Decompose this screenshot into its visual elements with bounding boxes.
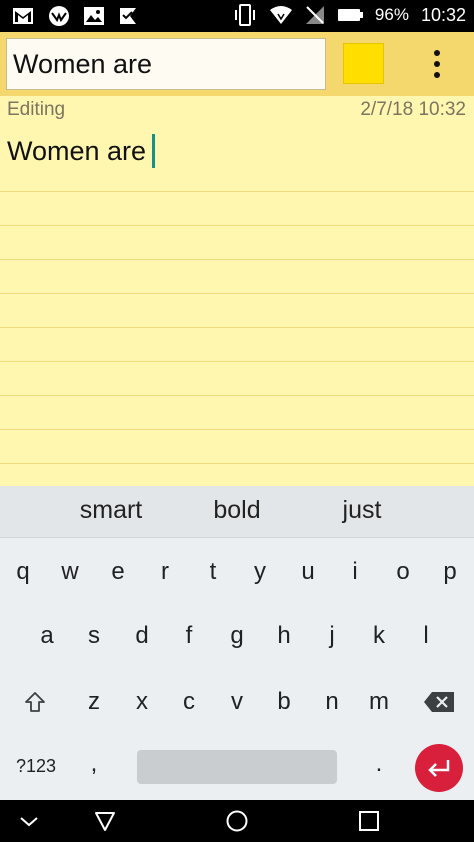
- key-v[interactable]: v: [217, 680, 257, 724]
- note-body-text[interactable]: Women are: [7, 134, 156, 168]
- key-n[interactable]: n: [312, 680, 352, 724]
- soft-keyboard: smart bold just q w e r t y u i o p a s …: [0, 486, 474, 800]
- navigation-bar: [0, 800, 474, 842]
- key-h[interactable]: h: [264, 614, 304, 658]
- flag-icon: [118, 6, 138, 26]
- enter-key[interactable]: [415, 744, 463, 792]
- recents-icon[interactable]: [357, 809, 381, 833]
- text-cursor: [152, 134, 156, 168]
- no-signal-icon: [305, 5, 325, 25]
- key-a[interactable]: a: [27, 614, 67, 658]
- home-icon[interactable]: [225, 809, 249, 833]
- key-l[interactable]: l: [406, 614, 446, 658]
- key-p[interactable]: p: [430, 550, 470, 594]
- vibrate-icon: [233, 4, 257, 26]
- note-timestamp: 2/7/18 10:32: [360, 99, 466, 120]
- gmail-icon: [12, 7, 34, 25]
- key-o[interactable]: o: [383, 550, 423, 594]
- editing-status: Editing: [7, 99, 66, 120]
- back-icon[interactable]: [93, 809, 117, 833]
- status-bar: 96% 10:32: [0, 0, 474, 32]
- key-k[interactable]: k: [359, 614, 399, 658]
- browser-icon: [48, 5, 70, 27]
- key-x[interactable]: x: [122, 680, 162, 724]
- comma-key[interactable]: ,: [74, 742, 114, 786]
- shift-arrow-icon: [25, 692, 45, 712]
- more-vert-icon[interactable]: [420, 44, 454, 84]
- key-d[interactable]: d: [122, 614, 162, 658]
- space-bar[interactable]: [137, 750, 337, 784]
- image-icon: [84, 7, 104, 25]
- key-q[interactable]: q: [3, 550, 43, 594]
- note-color-button[interactable]: [343, 43, 384, 84]
- key-j[interactable]: j: [312, 614, 352, 658]
- period-key[interactable]: .: [359, 742, 399, 786]
- suggestion-3[interactable]: just: [302, 496, 422, 525]
- key-c[interactable]: c: [169, 680, 209, 724]
- key-u[interactable]: u: [288, 550, 328, 594]
- symbols-key[interactable]: ?123: [6, 744, 66, 788]
- key-g[interactable]: g: [217, 614, 257, 658]
- backspace-icon: [424, 692, 454, 712]
- key-f[interactable]: f: [169, 614, 209, 658]
- wifi-icon: [269, 5, 293, 25]
- key-m[interactable]: m: [359, 680, 399, 724]
- suggestion-2[interactable]: bold: [177, 496, 297, 525]
- note-title-input[interactable]: Women are: [6, 38, 326, 90]
- note-editor[interactable]: Editing 2/7/18 10:32 Women are: [0, 96, 474, 486]
- battery-percent: 96%: [374, 5, 409, 24]
- note-toolbar: Women are: [0, 32, 474, 96]
- suggestion-strip: smart bold just: [0, 486, 474, 538]
- key-y[interactable]: y: [240, 550, 280, 594]
- key-i[interactable]: i: [335, 550, 375, 594]
- shift-key[interactable]: [15, 680, 55, 724]
- clock: 10:32: [420, 4, 466, 25]
- key-s[interactable]: s: [74, 614, 114, 658]
- key-w[interactable]: w: [50, 550, 90, 594]
- key-z[interactable]: z: [74, 680, 114, 724]
- key-b[interactable]: b: [264, 680, 304, 724]
- key-e[interactable]: e: [98, 550, 138, 594]
- battery-icon: [337, 8, 363, 22]
- backspace-key[interactable]: [419, 680, 459, 724]
- suggestion-1[interactable]: smart: [51, 496, 171, 525]
- key-t[interactable]: t: [193, 550, 233, 594]
- hide-keyboard-icon[interactable]: [17, 809, 41, 833]
- note-body-content: Women are: [7, 136, 147, 166]
- enter-arrow-icon: [428, 760, 450, 777]
- key-r[interactable]: r: [145, 550, 185, 594]
